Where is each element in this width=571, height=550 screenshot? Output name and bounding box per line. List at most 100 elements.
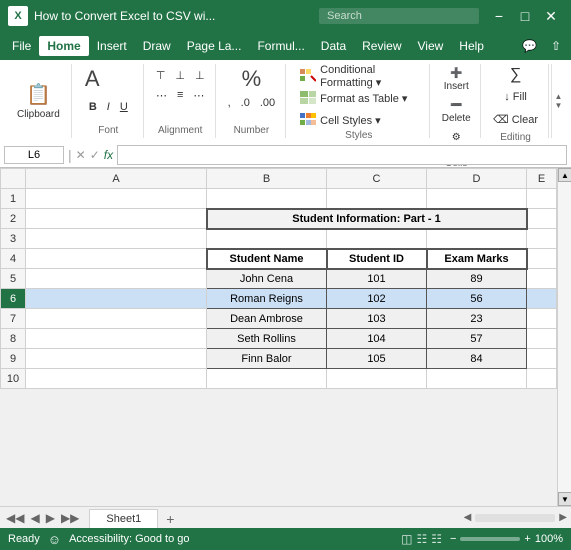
sheet-nav-prev[interactable]: ◀ [28,511,41,525]
menu-review[interactable]: Review [354,36,409,56]
cell-d8[interactable]: 57 [427,329,527,349]
menu-draw[interactable]: Draw [135,36,179,56]
select-all-button[interactable] [1,169,26,189]
cell-c9[interactable]: 105 [327,349,427,369]
cell-c10[interactable] [327,369,427,389]
normal-view-icon[interactable]: ◫ [401,532,412,546]
zoom-out-button[interactable]: − [450,533,456,545]
page-break-icon[interactable]: ☷ [431,532,442,546]
cell-a9[interactable] [26,349,207,369]
cell-a10[interactable] [26,369,207,389]
cell-a4[interactable] [26,249,207,269]
zoom-in-button[interactable]: + [524,533,530,545]
enter-icon[interactable]: ✓ [90,148,100,162]
align-middle-button[interactable]: ⊥ [171,66,189,84]
cell-e9[interactable] [527,349,557,369]
cell-e5[interactable] [527,269,557,289]
cell-d3[interactable] [427,229,527,249]
cell-d5[interactable]: 89 [427,269,527,289]
cell-d6[interactable]: 56 [427,289,527,309]
autosum-button[interactable]: ∑ [506,66,525,84]
scroll-down-button[interactable]: ▼ [558,492,571,506]
cell-e7[interactable] [527,309,557,329]
col-header-d[interactable]: D [427,169,527,189]
cell-c5[interactable]: 101 [327,269,427,289]
sheet-nav-next[interactable]: ▶ [44,511,57,525]
menu-help[interactable]: Help [451,36,492,56]
scroll-right-button[interactable]: ▶ [559,512,567,523]
restore-button[interactable]: □ [513,6,537,26]
paste-button[interactable]: 📋 Clipboard [12,72,65,130]
cell-a5[interactable] [26,269,207,289]
align-right-button[interactable]: ⋯ [189,86,208,104]
format-as-table-button[interactable]: Format as Table ▾ [294,88,413,108]
cell-c7[interactable]: 103 [327,309,427,329]
menu-view[interactable]: View [410,36,452,56]
cell-c1[interactable] [327,189,427,209]
cell-d4-exam-marks[interactable]: Exam Marks [427,249,527,269]
sheet-nav-last[interactable]: ▶▶ [59,511,81,525]
add-sheet-button[interactable]: + [158,509,182,528]
title-search-input[interactable] [319,8,479,24]
fill-button[interactable]: ↓ Fill [500,88,531,106]
cell-a8[interactable] [26,329,207,349]
cells-delete-button[interactable]: ➖ Delete [438,98,474,126]
cancel-icon[interactable]: ✕ [76,148,86,162]
cell-e8[interactable] [527,329,557,349]
menu-insert[interactable]: Insert [89,36,135,56]
cell-b8[interactable]: Seth Rollins [207,329,327,349]
scroll-left-button[interactable]: ◀ [464,512,472,523]
underline-button[interactable]: U [116,98,132,116]
sheet-tab-sheet1[interactable]: Sheet1 [89,509,158,528]
comment-icon-btn[interactable]: 💬 [516,37,543,55]
cell-d7[interactable]: 23 [427,309,527,329]
ribbon-scroll[interactable]: ▲ ▼ [551,64,565,138]
cell-a1[interactable] [26,189,207,209]
menu-file[interactable]: File [4,36,39,56]
align-left-button[interactable]: ⋯ [152,86,171,104]
cell-c3[interactable] [327,229,427,249]
cell-e4[interactable] [527,249,557,269]
cell-d1[interactable] [427,189,527,209]
cell-c8[interactable]: 104 [327,329,427,349]
page-layout-icon[interactable]: ☷ [416,532,427,546]
cell-c6[interactable]: 102 [327,289,427,309]
cell-b4-student-name[interactable]: Student Name [207,249,327,269]
cell-b7[interactable]: Dean Ambrose [207,309,327,329]
zoom-slider[interactable] [460,537,520,541]
col-header-b[interactable]: B [207,169,327,189]
formula-input[interactable] [117,145,567,165]
cell-a2[interactable] [26,209,207,229]
cell-b5[interactable]: John Cena [207,269,327,289]
bold-button[interactable]: B [85,98,101,116]
scroll-track[interactable] [558,182,571,492]
comma-button[interactable]: , [224,94,235,112]
close-button[interactable]: ✕ [539,6,563,26]
cells-insert-button[interactable]: ➕ Insert [438,66,474,94]
minimize-button[interactable]: − [487,6,511,26]
cell-b1[interactable] [207,189,327,209]
cell-a6[interactable] [26,289,207,309]
align-top-button[interactable]: ⊤ [152,66,170,84]
cell-b10[interactable] [207,369,327,389]
cell-styles-button[interactable]: Cell Styles ▾ [294,110,387,130]
decrease-decimal-button[interactable]: .00 [256,94,279,112]
insert-function-icon[interactable]: fx [104,148,113,162]
cell-e6[interactable] [527,289,557,309]
cell-d9[interactable]: 84 [427,349,527,369]
horizontal-scrollbar[interactable] [475,514,555,522]
scroll-up-button[interactable]: ▲ [558,168,571,182]
cell-d10[interactable] [427,369,527,389]
cell-e1[interactable] [527,189,557,209]
menu-formulas[interactable]: Formul... [249,36,312,56]
menu-data[interactable]: Data [313,36,354,56]
cell-a7[interactable] [26,309,207,329]
clear-button[interactable]: ⌫ Clear [489,110,542,128]
student-title-cell[interactable]: Student Information: Part - 1 [207,209,527,229]
col-header-c[interactable]: C [327,169,427,189]
share-icon-btn[interactable]: ⇧ [545,37,567,55]
cell-e3[interactable] [527,229,557,249]
cell-c4-student-id[interactable]: Student ID [327,249,427,269]
align-center-button[interactable]: ≡ [173,86,187,104]
italic-button[interactable]: I [103,98,114,116]
